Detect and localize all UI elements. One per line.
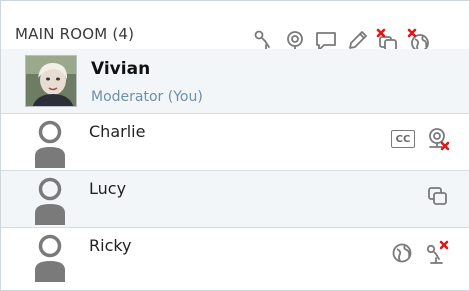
- moderator-role: Moderator (You): [91, 89, 203, 105]
- participant-name: Charlie: [89, 122, 146, 141]
- participant-status-icons: [425, 181, 451, 211]
- room-title: MAIN ROOM (4): [15, 25, 135, 43]
- participant-name: Lucy: [89, 179, 127, 198]
- room-header: MAIN ROOM (4): [1, 1, 469, 52]
- participant-row-ricky[interactable]: Ricky: [1, 227, 469, 284]
- participant-row-lucy[interactable]: Lucy: [1, 170, 469, 227]
- participant-status-icons: [389, 238, 451, 268]
- moderator-name: Vivian: [91, 59, 151, 79]
- webcam-blocked-icon[interactable]: [425, 126, 451, 152]
- closed-captions-icon[interactable]: CC: [391, 130, 415, 148]
- globe-icon[interactable]: [389, 240, 415, 266]
- participant-row-charlie[interactable]: Charlie CC: [1, 113, 469, 170]
- avatar: [25, 55, 77, 107]
- room-panel: MAIN ROOM (4) Vivian Moderator (You) Cha…: [0, 0, 470, 291]
- moderator-photo: [26, 56, 76, 106]
- participant-list: Charlie CC Lucy Ricky: [1, 113, 469, 284]
- screenshare-icon[interactable]: [425, 183, 451, 209]
- person-icon: [35, 234, 65, 282]
- moderator-row[interactable]: Vivian Moderator (You): [1, 49, 469, 113]
- person-icon: [35, 177, 65, 225]
- microphone-blocked-icon[interactable]: [425, 240, 451, 266]
- participant-status-icons: CC: [391, 124, 451, 154]
- person-icon: [35, 120, 65, 168]
- participant-name: Ricky: [89, 236, 132, 255]
